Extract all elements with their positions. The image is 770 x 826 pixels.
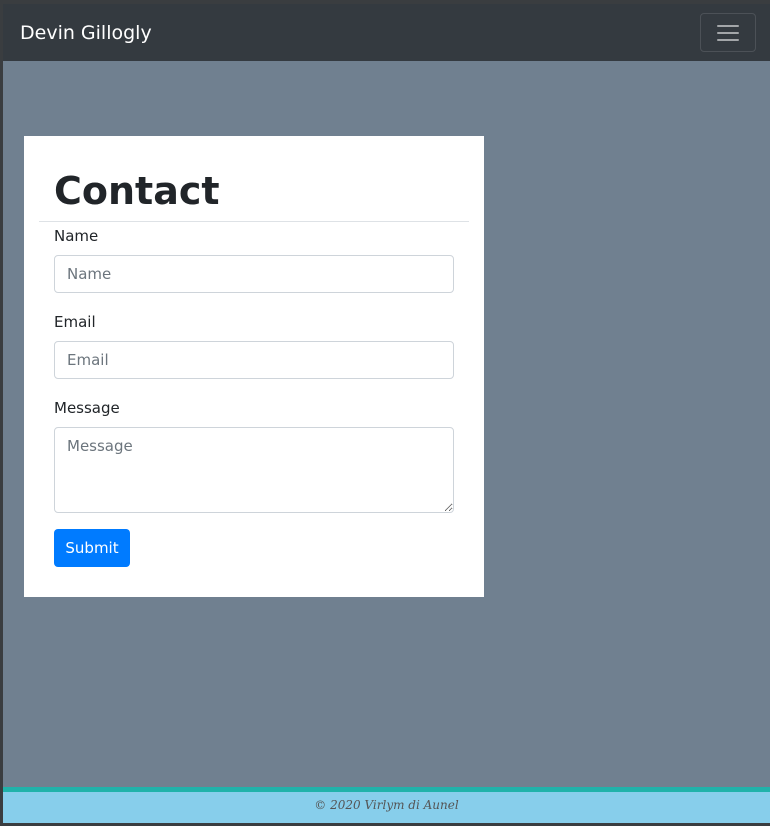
page: Devin Gillogly Contact Name Email Messag… [3,4,770,823]
name-label: Name [54,227,99,245]
name-input[interactable] [54,255,454,293]
email-label: Email [54,313,96,331]
footer: © 2020 Virlym di Aunel [3,787,770,823]
submit-button[interactable]: Submit [54,529,130,567]
navbar: Devin Gillogly [3,4,770,61]
navbar-brand[interactable]: Devin Gillogly [20,21,152,45]
email-input[interactable] [54,341,454,379]
message-label: Message [54,399,120,417]
navbar-toggler-button[interactable] [700,13,756,52]
page-title: Contact [54,169,220,213]
title-divider [39,221,469,222]
footer-copyright: © 2020 Virlym di Aunel [314,798,459,812]
contact-card: Contact Name Email Message Submit [24,136,484,597]
message-textarea[interactable] [54,427,454,513]
